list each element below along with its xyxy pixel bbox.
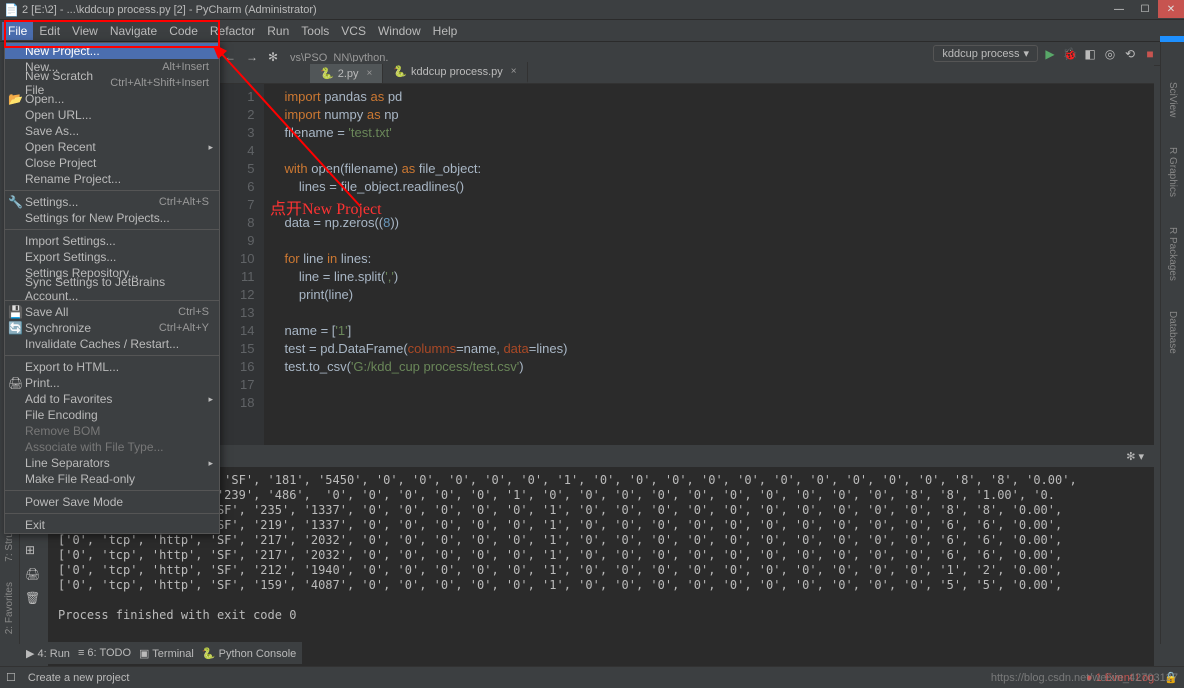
menu-item[interactable]: File Encoding [5,407,219,423]
menu-item[interactable]: Invalidate Caches / Restart... [5,336,219,352]
menu-item[interactable]: Sync Settings to JetBrains Account... [5,281,219,297]
menu-item[interactable]: Save As... [5,123,219,139]
annotation-text: 点开New Project [270,195,382,219]
status-icon: ☐ [6,671,16,684]
tab-2py[interactable]: 🐍2.py× [310,64,383,83]
app-icon: 📄 [4,3,18,17]
rightbar-rpackages[interactable]: R Packages [1167,227,1178,281]
menubar: File Edit View Navigate Code Refactor Ru… [0,20,1184,42]
file-menu-dropdown: New Project...New...Alt+InsertNew Scratc… [4,42,220,534]
bottom-tab-todo[interactable]: ≡ 6: TODO [78,647,131,659]
tab-label: 2.py [338,68,359,80]
menu-item[interactable]: Add to Favorites▸ [5,391,219,407]
menu-item[interactable]: Import Settings... [5,233,219,249]
menu-item[interactable]: 🖨Print... [5,375,219,391]
rightbar-database[interactable]: Database [1167,311,1178,354]
editor-tabs: 🐍2.py× 🐍kddcup process.py× [220,62,1154,84]
menu-view[interactable]: View [66,22,104,40]
menu-item[interactable]: Export to HTML... [5,359,219,375]
menu-item[interactable]: New Project... [5,43,219,59]
menu-item[interactable]: 🔧Settings...Ctrl+Alt+S [5,194,219,210]
close-tab-icon[interactable]: × [511,66,517,77]
tab-label: kddcup process.py [411,66,503,78]
window-title: 2 [E:\2] - ...\kddcup process.py [2] - P… [22,4,317,16]
right-tool-bar: SciView R Graphics R Packages Database [1160,42,1184,644]
menu-vcs[interactable]: VCS [335,22,372,40]
menu-item[interactable]: Power Save Mode [5,494,219,510]
menu-edit[interactable]: Edit [33,22,66,40]
menu-item[interactable]: Exit [5,517,219,533]
tab-kddcup[interactable]: 🐍kddcup process.py× [383,62,527,83]
bottom-tab-python[interactable]: 🐍 Python Console [202,647,296,660]
menu-item[interactable]: Rename Project... [5,171,219,187]
print-icon[interactable]: 🖨 [25,567,43,585]
pin-icon[interactable]: ⊞ [25,543,43,561]
bottom-tab-terminal[interactable]: ▣ Terminal [139,647,194,660]
menu-navigate[interactable]: Navigate [104,22,163,40]
window-buttons: — ☐ ✕ [1106,0,1184,18]
menu-item[interactable]: Remove BOM [5,423,219,439]
close-tab-icon[interactable]: × [367,68,373,79]
menu-refactor[interactable]: Refactor [204,22,261,40]
menu-code[interactable]: Code [163,22,204,40]
menu-item[interactable]: 📂Open... [5,91,219,107]
menu-item[interactable]: Open URL... [5,107,219,123]
rightbar-sciview[interactable]: SciView [1167,82,1178,117]
menu-item[interactable]: Close Project [5,155,219,171]
menu-file[interactable]: File [2,22,33,40]
status-text: Create a new project [28,672,130,684]
menu-item[interactable]: Settings for New Projects... [5,210,219,226]
menu-help[interactable]: Help [427,22,464,40]
bottom-tab-run[interactable]: ▶ 4: Run [26,647,70,660]
menu-item[interactable]: Associate with File Type... [5,439,219,455]
rightbar-rgraphics[interactable]: R Graphics [1167,147,1178,197]
trash-icon[interactable]: 🗑 [25,591,43,609]
minimize-button[interactable]: — [1106,0,1132,18]
menu-item[interactable]: New Scratch FileCtrl+Alt+Shift+Insert [5,75,219,91]
run-panel-settings[interactable]: ✻ ▾ [1126,450,1144,463]
menu-window[interactable]: Window [372,22,427,40]
close-button[interactable]: ✕ [1158,0,1184,18]
menu-item[interactable]: Export Settings... [5,249,219,265]
menu-item[interactable]: 💾Save AllCtrl+S [5,304,219,320]
menu-tools[interactable]: Tools [295,22,335,40]
menu-item[interactable]: 🔄SynchronizeCtrl+Alt+Y [5,320,219,336]
bottom-tool-tabs: ▶ 4: Run ≡ 6: TODO ▣ Terminal 🐍 Python C… [20,642,302,664]
titlebar: 📄 2 [E:\2] - ...\kddcup process.py [2] -… [0,0,1184,20]
menu-item[interactable]: Line Separators▸ [5,455,219,471]
menu-run[interactable]: Run [261,22,295,40]
leftbar-favorites[interactable]: 2: Favorites [4,582,15,634]
watermark: https://blog.csdn.net/weixin_42703127 [991,672,1178,684]
menu-item[interactable]: Make File Read-only [5,471,219,487]
menu-item[interactable]: Open Recent▸ [5,139,219,155]
maximize-button[interactable]: ☐ [1132,0,1158,18]
